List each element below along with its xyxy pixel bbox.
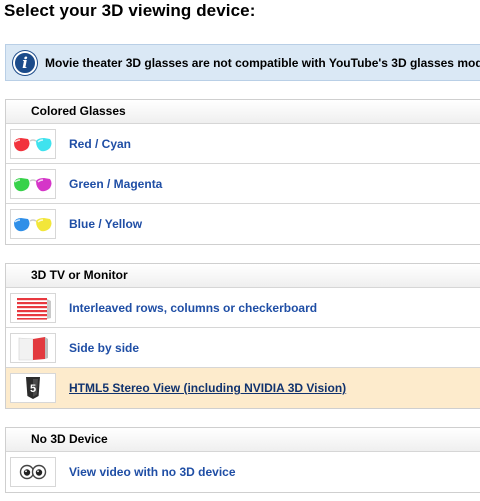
side-by-side-icon: [10, 332, 56, 363]
option-label: Side by side: [69, 340, 140, 355]
option-green-magenta[interactable]: Green / Magenta: [6, 164, 480, 204]
option-label: Red / Cyan: [69, 136, 132, 151]
green-magenta-glasses-icon: [10, 168, 56, 199]
option-label: HTML5 Stereo View (including NVIDIA 3D V…: [69, 381, 347, 395]
html5-shield-icon: 5: [10, 373, 56, 403]
section-heading: 3D TV or Monitor: [6, 264, 480, 288]
option-html5-stereo[interactable]: 5 HTML5 Stereo View (including NVIDIA 3D…: [6, 368, 480, 408]
page-title: Select your 3D viewing device:: [4, 1, 256, 20]
section-heading: No 3D Device: [6, 428, 480, 452]
section-heading: Colored Glasses: [6, 100, 480, 124]
option-red-cyan[interactable]: Red / Cyan: [6, 124, 480, 164]
section-colored-glasses: Colored Glasses Red / Cyan Green / Magen…: [5, 99, 480, 245]
interleaved-stripes-icon: [10, 292, 56, 323]
option-label: Green / Magenta: [69, 176, 163, 191]
info-icon: i: [13, 50, 37, 75]
notice-text: Movie theater 3D glasses are not compati…: [45, 55, 480, 70]
notice-banner: i Movie theater 3D glasses are not compa…: [5, 44, 480, 81]
blue-yellow-glasses-icon: [10, 209, 56, 239]
option-label: Blue / Yellow: [69, 217, 143, 231]
eyes-icon: [10, 457, 56, 487]
option-blue-yellow[interactable]: Blue / Yellow: [6, 204, 480, 244]
svg-text:5: 5: [30, 383, 36, 395]
option-no-3d[interactable]: View video with no 3D device: [6, 452, 480, 492]
option-label: Interleaved rows, columns or checkerboar…: [69, 300, 318, 315]
section-3d-tv-monitor: 3D TV or Monitor Interleaved rows, colum…: [5, 263, 480, 409]
option-interleaved[interactable]: Interleaved rows, columns or checkerboar…: [6, 288, 480, 328]
option-side-by-side[interactable]: Side by side: [6, 328, 480, 368]
red-cyan-glasses-icon: [10, 128, 56, 159]
section-no-3d-device: No 3D Device View video with no 3D devic…: [5, 427, 480, 493]
option-label: View video with no 3D device: [69, 465, 236, 479]
